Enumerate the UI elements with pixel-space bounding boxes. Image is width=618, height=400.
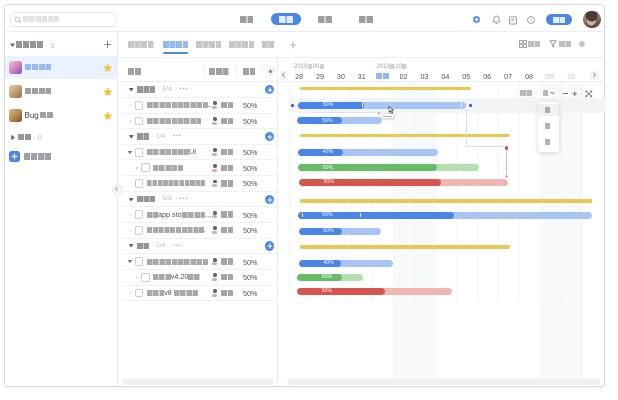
svg-text:?: ? bbox=[530, 18, 533, 23]
